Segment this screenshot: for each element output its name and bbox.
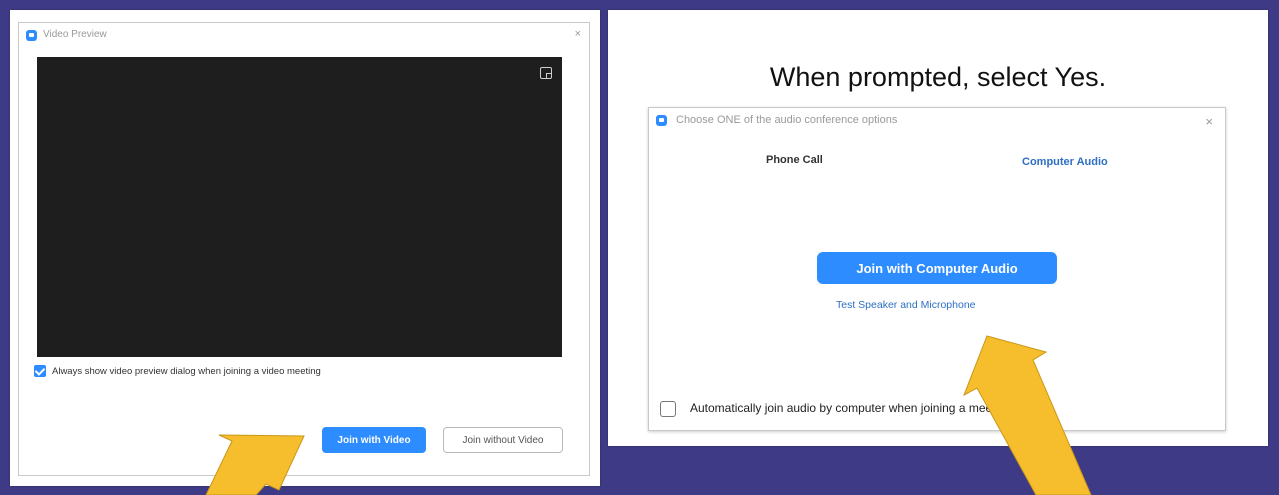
zoom-app-icon	[26, 30, 37, 41]
window-title: Video Preview	[43, 29, 107, 40]
always-show-preview-checkbox[interactable]	[34, 365, 46, 377]
test-speaker-microphone-link[interactable]: Test Speaker and Microphone	[836, 299, 976, 311]
video-preview-panel: Video Preview × Always show video previe…	[10, 10, 600, 486]
window-title: Choose ONE of the audio conference optio…	[676, 114, 898, 126]
title-bar: Choose ONE of the audio conference optio…	[649, 108, 1225, 132]
instruction-text: When prompted, select Yes.	[769, 62, 1107, 92]
join-with-video-button[interactable]: Join with Video	[322, 427, 426, 453]
tab-phone-call[interactable]: Phone Call	[766, 154, 823, 166]
join-with-computer-audio-button[interactable]: Join with Computer Audio	[817, 252, 1057, 284]
close-icon[interactable]: ×	[575, 28, 581, 40]
auto-join-audio-checkbox[interactable]	[660, 401, 676, 417]
audio-options-window: Choose ONE of the audio conference optio…	[648, 107, 1226, 431]
video-preview-window: Video Preview × Always show video previe…	[18, 22, 590, 476]
video-preview-area	[37, 57, 562, 357]
tab-computer-audio[interactable]: Computer Audio	[1022, 156, 1108, 168]
title-bar: Video Preview ×	[19, 23, 589, 47]
audio-options-panel: When prompted, select Yes. Choose ONE of…	[608, 10, 1268, 446]
join-without-video-button[interactable]: Join without Video	[443, 427, 563, 453]
auto-join-audio-label: Automatically join audio by computer whe…	[690, 401, 1012, 415]
always-show-preview-label: Always show video preview dialog when jo…	[52, 366, 321, 377]
close-icon[interactable]: ×	[1205, 114, 1213, 129]
zoom-app-icon	[656, 115, 667, 126]
fullscreen-icon[interactable]	[540, 67, 552, 79]
